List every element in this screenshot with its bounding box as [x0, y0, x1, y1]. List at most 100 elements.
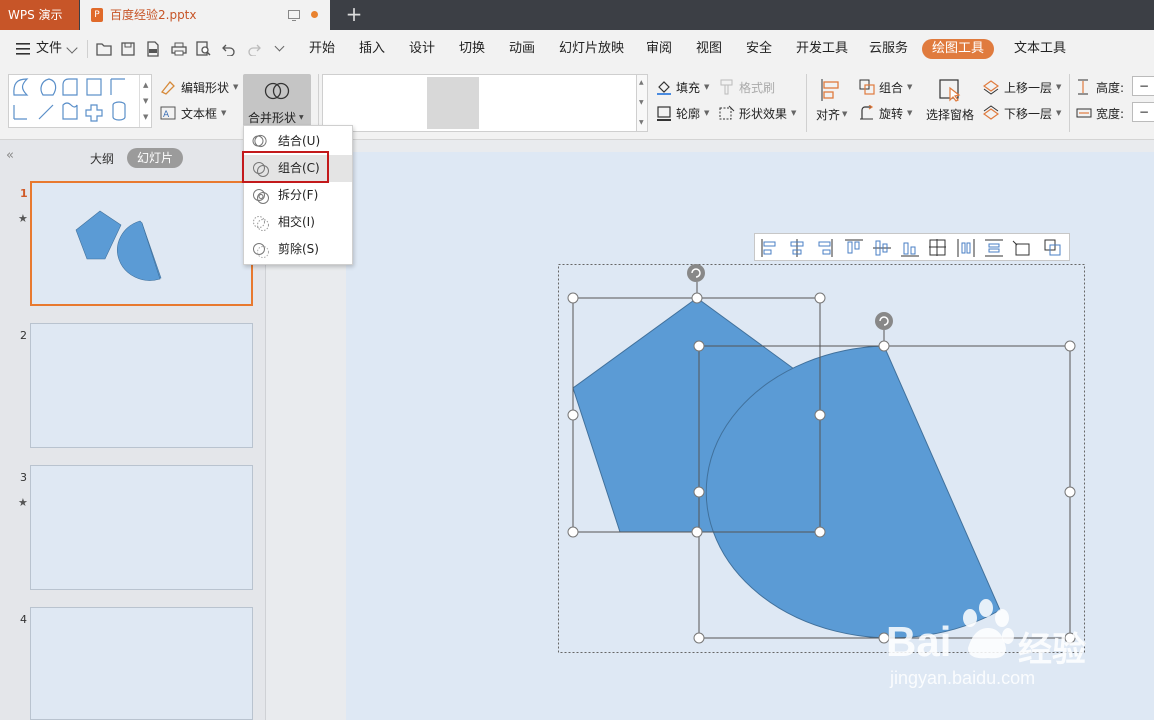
- redo-icon[interactable]: [247, 42, 261, 56]
- app-name: WPS 演示: [8, 8, 63, 22]
- document-tab[interactable]: P 百度经验2.pptx: [80, 0, 330, 30]
- align-icon: [821, 79, 839, 101]
- tab-slides[interactable]: 幻灯片: [127, 148, 183, 168]
- tab-cloud-services[interactable]: 云服务: [869, 30, 908, 68]
- scroll-down-icon[interactable]: ▼: [143, 97, 148, 105]
- divider: [318, 74, 319, 132]
- print-icon[interactable]: [171, 42, 187, 56]
- width-icon: [1076, 108, 1092, 118]
- divider: [87, 40, 88, 58]
- rotate-label: 旋转: [879, 107, 904, 121]
- app-name-tab[interactable]: WPS 演示: [0, 0, 79, 30]
- scroll-up-icon[interactable]: ▲: [639, 79, 644, 86]
- edit-shape-label: 编辑形状: [181, 81, 230, 95]
- floating-align-toolbar: [754, 233, 1070, 261]
- merge-shapes-button[interactable]: 合并形状 ▼: [243, 74, 311, 132]
- slide-thumbnail-3[interactable]: [30, 465, 253, 590]
- baidu-jingyan-watermark: Bai 经验 jingyan.baidu.com: [886, 596, 1096, 696]
- group-icon: [859, 79, 875, 95]
- style-gallery: [322, 74, 638, 132]
- undo-icon[interactable]: [222, 42, 236, 56]
- quick-access-more-icon[interactable]: [274, 41, 285, 52]
- outline-pen-icon: [657, 106, 671, 121]
- caret-down-icon: ▼: [299, 114, 304, 121]
- tab-home[interactable]: 开始: [309, 30, 335, 68]
- watermark-jingyan: 经验: [1018, 630, 1086, 670]
- tab-security[interactable]: 安全: [746, 30, 772, 68]
- send-backward-icon: [983, 105, 999, 120]
- merge-shapes-icon: [264, 82, 290, 100]
- merge-subtract-item[interactable]: 剪除(S): [244, 236, 352, 263]
- gallery-expand-icon[interactable]: ▼: [143, 113, 148, 121]
- height-icon: [1078, 79, 1088, 95]
- menu-item-label: 相交(I): [278, 215, 315, 229]
- align-label: 对齐: [816, 108, 841, 122]
- format-painter-icon: [720, 79, 733, 95]
- export-pdf-icon[interactable]: [146, 41, 160, 57]
- slide-number: 3: [20, 471, 27, 484]
- merge-shapes-label: 合并形状: [248, 111, 297, 125]
- tab-transitions[interactable]: 切换: [459, 30, 485, 68]
- caret-down-icon: ▼: [791, 109, 797, 117]
- slide-thumbnail-2[interactable]: [30, 323, 253, 448]
- height-decrease-button[interactable]: −: [1132, 76, 1154, 96]
- menu-item-label: 剪除(S): [278, 242, 319, 256]
- tab-outline[interactable]: 大纲: [90, 150, 114, 167]
- style-gallery-scroll[interactable]: ▲ ▼ ▼: [636, 74, 648, 132]
- width-control: 宽度: −: [1076, 102, 1154, 124]
- align-button[interactable]: 对齐 ▼: [814, 76, 852, 132]
- highlight-annotation-box: [242, 151, 329, 183]
- fill-label: 填充: [676, 81, 701, 95]
- shape-gallery[interactable]: ▲ ▼ ▼: [8, 74, 152, 128]
- watermark-url: jingyan.baidu.com: [890, 668, 1036, 688]
- tab-design[interactable]: 设计: [409, 30, 435, 68]
- hamburger-icon: [16, 43, 30, 55]
- tab-developer[interactable]: 开发工具: [796, 30, 848, 68]
- tab-slideshow[interactable]: 幻灯片放映: [559, 30, 624, 68]
- tab-animations[interactable]: 动画: [509, 30, 535, 68]
- height-control: 高度: −: [1076, 76, 1154, 98]
- open-folder-icon[interactable]: [96, 42, 112, 56]
- slide-thumbnail-1[interactable]: [30, 181, 253, 306]
- scroll-down-icon[interactable]: ▼: [639, 99, 644, 106]
- divider: [1069, 74, 1070, 132]
- caret-down-icon: ▼: [221, 109, 227, 117]
- paw-icon: [963, 599, 1014, 659]
- save-icon[interactable]: [121, 42, 135, 56]
- file-menu[interactable]: 文件: [10, 30, 82, 68]
- slide-number: 4: [20, 613, 27, 626]
- tab-text-tools[interactable]: 文本工具: [1014, 30, 1066, 68]
- caret-down-icon: ▼: [842, 110, 848, 118]
- fill-bucket-icon: [657, 81, 671, 95]
- height-label: 高度:: [1096, 81, 1125, 95]
- bring-forward-label: 上移一层: [1004, 81, 1053, 95]
- gallery-expand-icon[interactable]: ▼: [639, 119, 644, 126]
- merge-fragment-item[interactable]: 拆分(F): [244, 182, 352, 209]
- new-tab-button[interactable]: +: [344, 0, 364, 30]
- caret-down-icon: ▼: [233, 83, 239, 91]
- width-decrease-button[interactable]: −: [1132, 102, 1154, 122]
- animation-star-icon: ★: [18, 496, 28, 509]
- tab-drawing-tools[interactable]: 绘图工具: [922, 39, 994, 59]
- scroll-up-icon[interactable]: ▲: [143, 81, 148, 89]
- fragment-icon: [253, 189, 269, 204]
- collapse-panel-icon[interactable]: «: [6, 148, 14, 163]
- caret-down-icon: ▼: [704, 83, 710, 91]
- gallery-scroll[interactable]: ▲ ▼ ▼: [139, 75, 152, 127]
- bring-forward-icon: [983, 80, 999, 95]
- selection-pane-icon: [939, 79, 961, 102]
- tab-review[interactable]: 审阅: [646, 30, 672, 68]
- tab-view[interactable]: 视图: [696, 30, 722, 68]
- selection-pane-button[interactable]: 选择窗格: [922, 76, 978, 132]
- caret-down-icon: ▼: [704, 109, 710, 117]
- print-preview-icon[interactable]: [196, 41, 212, 57]
- format-painter-label: 格式刷: [739, 81, 776, 95]
- tab-insert[interactable]: 插入: [359, 30, 385, 68]
- menu-item-label: 拆分(F): [278, 188, 319, 202]
- group-label: 组合: [879, 81, 904, 95]
- watermark-bai: Bai: [886, 618, 952, 665]
- edit-shape-icon: [160, 81, 175, 95]
- selection-pane-label: 选择窗格: [926, 108, 975, 122]
- slide-thumbnail-4[interactable]: [30, 607, 253, 720]
- merge-intersect-item[interactable]: 相交(I): [244, 209, 352, 236]
